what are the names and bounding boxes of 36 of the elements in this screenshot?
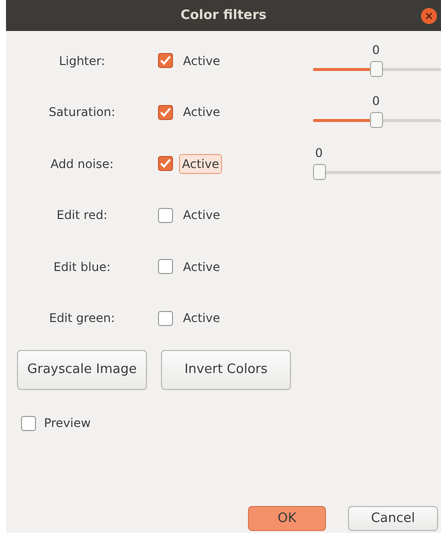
dialog-button[interactable]: OK bbox=[248, 506, 326, 531]
slider-value: 0 bbox=[372, 93, 380, 110]
slider[interactable] bbox=[313, 60, 441, 77]
checkbox[interactable] bbox=[158, 53, 173, 68]
checkbox-label[interactable]: Active bbox=[179, 102, 224, 122]
checkbox[interactable] bbox=[158, 208, 173, 223]
close-icon bbox=[426, 13, 432, 19]
slider-thumb[interactable] bbox=[313, 164, 326, 180]
filter-label: Edit green: bbox=[48, 310, 116, 328]
dialog-button[interactable]: Cancel bbox=[348, 506, 438, 531]
checkbox[interactable] bbox=[158, 156, 173, 172]
close-button[interactable] bbox=[421, 8, 437, 24]
preview-label[interactable]: Preview bbox=[44, 414, 91, 432]
checkbox[interactable] bbox=[158, 310, 173, 326]
filter-label: Edit red: bbox=[56, 207, 108, 224]
filter-label: Saturation: bbox=[48, 104, 116, 122]
filter-label: Add noise: bbox=[49, 156, 114, 173]
slider-value: 0 bbox=[372, 42, 380, 59]
slider-thumb[interactable] bbox=[370, 112, 383, 128]
filter-label: Lighter: bbox=[58, 52, 106, 70]
slider-thumb[interactable] bbox=[370, 60, 383, 77]
checkbox-label[interactable]: Active bbox=[179, 205, 224, 226]
checkbox-label[interactable]: Active bbox=[179, 256, 224, 277]
slider-value: 0 bbox=[315, 144, 323, 162]
slider[interactable] bbox=[313, 112, 441, 128]
checkbox-label[interactable]: Active bbox=[179, 308, 224, 328]
checkbox[interactable] bbox=[158, 259, 173, 274]
window-title: Color filters bbox=[180, 6, 267, 25]
checkbox-label[interactable]: Active bbox=[179, 154, 222, 174]
filter-label: Edit blue: bbox=[52, 258, 112, 276]
slider[interactable] bbox=[313, 164, 441, 180]
checkbox-label[interactable]: Active bbox=[179, 50, 224, 71]
checkbox[interactable] bbox=[21, 416, 36, 430]
checkbox[interactable] bbox=[158, 104, 173, 120]
action-button[interactable]: Grayscale Image bbox=[17, 350, 147, 390]
action-button[interactable]: Invert Colors bbox=[161, 350, 291, 390]
